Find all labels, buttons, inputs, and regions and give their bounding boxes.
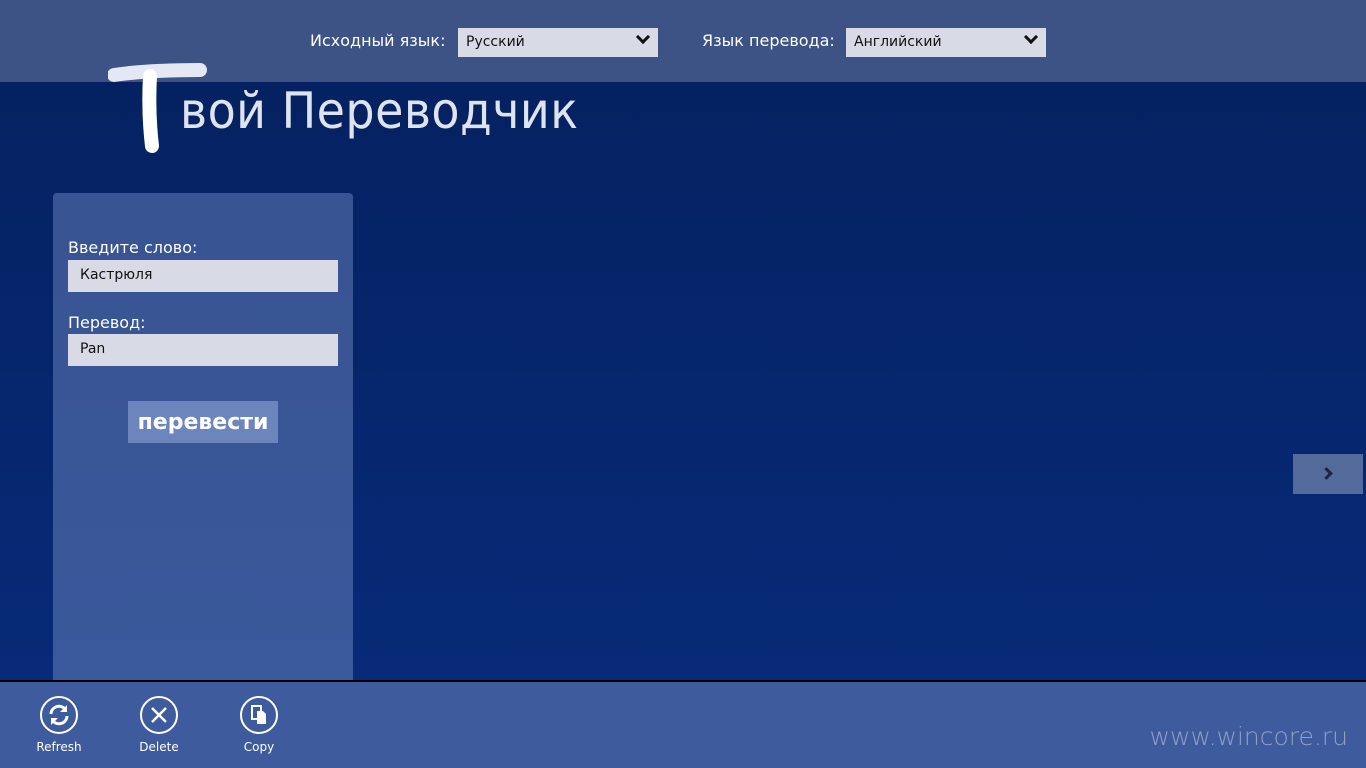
next-button[interactable]: [1293, 454, 1363, 494]
refresh-button[interactable]: Refresh: [19, 696, 99, 754]
delete-button[interactable]: Delete: [119, 696, 199, 754]
delete-label: Delete: [139, 740, 179, 754]
translation-output[interactable]: Pan: [68, 334, 338, 366]
translate-button[interactable]: перевести: [128, 401, 278, 443]
copy-label: Copy: [243, 740, 275, 754]
target-language-label: Язык перевода:: [702, 31, 835, 50]
chevron-down-icon: [1023, 29, 1039, 45]
target-language-value: Английский: [854, 34, 942, 50]
watermark: www.wincore.ru: [1149, 722, 1348, 751]
chevron-down-icon: [635, 29, 651, 45]
app-title: вой Переводчик: [180, 82, 579, 140]
source-language-label: Исходный язык:: [310, 31, 446, 50]
source-language-select[interactable]: Русский: [458, 28, 658, 57]
target-language-select[interactable]: Английский: [846, 28, 1046, 57]
copy-icon: [240, 696, 278, 734]
copy-button[interactable]: Copy: [219, 696, 299, 754]
word-label: Введите слово:: [68, 238, 198, 257]
translate-panel: Введите слово: Кастрюля Перевод: Pan пер…: [53, 193, 353, 702]
app-bar: Refresh Delete Copy www.wincore.ru: [0, 680, 1366, 768]
word-input[interactable]: Кастрюля: [68, 260, 338, 292]
source-language-value: Русский: [466, 34, 525, 50]
translation-label: Перевод:: [68, 313, 146, 332]
refresh-icon: [40, 696, 78, 734]
chevron-right-icon: [1320, 467, 1333, 480]
refresh-label: Refresh: [36, 740, 82, 754]
close-icon: [140, 696, 178, 734]
